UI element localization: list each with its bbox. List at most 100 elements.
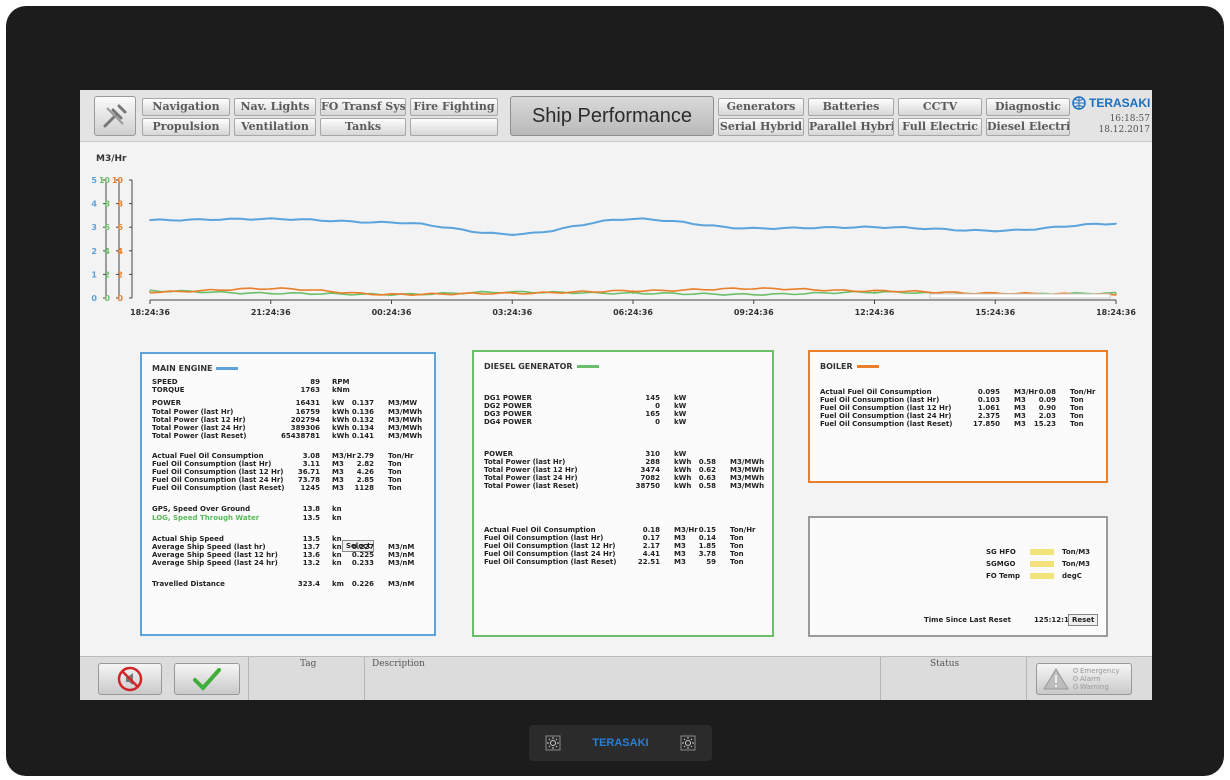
- setting-input[interactable]: [1030, 549, 1054, 555]
- series-2-point: [632, 290, 634, 292]
- main-engine-legend-line: [216, 367, 239, 370]
- alarm-led-icon: [1073, 676, 1078, 681]
- acknowledge-button[interactable]: [174, 663, 240, 695]
- bezel-brand: TERASAKI: [592, 737, 649, 749]
- time-since-reset-label: Time Since Last Reset: [924, 616, 1011, 624]
- y-tick-label: 10: [99, 176, 111, 185]
- setting-label: SG HFO: [986, 548, 1016, 556]
- row-unit: kNm: [332, 386, 350, 394]
- nav-button-tanks[interactable]: Tanks: [320, 118, 406, 136]
- setting-input[interactable]: [1030, 573, 1054, 579]
- diesel-generator-legend-line: [576, 365, 599, 368]
- nav-button-diagnostic[interactable]: Diagnostic: [986, 98, 1070, 116]
- alarm-status-bar: Tag Description Status Emergency Alarm War…: [80, 656, 1152, 700]
- series-2-point: [149, 291, 151, 293]
- nav-button-fire-fighting[interactable]: Fire Fighting: [410, 98, 498, 116]
- series-2-point: [390, 293, 393, 296]
- settings-panel: Time Since Last Reset 125:12:11 Reset SG…: [808, 516, 1108, 637]
- row-label: POWER: [152, 399, 181, 407]
- data-row: Total Power (last Reset) 38750 kWh 0.58 M3/M…: [484, 482, 764, 491]
- nav-button-navigation[interactable]: Navigation: [142, 98, 230, 116]
- row-value: 65438781: [281, 432, 320, 440]
- data-row: Total Power (last Reset) 65438781 kWh 0.141…: [152, 432, 422, 441]
- alarm-level-emergency: Emergency: [1073, 667, 1119, 675]
- alarm-level-label: Alarm: [1080, 675, 1101, 683]
- series-2-point: [269, 287, 272, 290]
- series-1-point: [632, 292, 634, 295]
- tools-icon: [103, 104, 127, 128]
- row-unit: kn: [332, 514, 342, 522]
- nav-button-batteries[interactable]: Batteries: [808, 98, 894, 116]
- row-label: Total Power (last Reset): [484, 482, 579, 490]
- setting-input[interactable]: [1030, 561, 1054, 567]
- row-value: 13.2: [302, 559, 320, 567]
- reset-button[interactable]: Reset: [1068, 614, 1099, 626]
- nav-button-serial-hybrid[interactable]: Serial Hybrid: [718, 118, 804, 136]
- column-separator: [248, 657, 249, 700]
- nav-button-diesel-electric[interactable]: Diesel Electric: [986, 118, 1070, 136]
- nav-button-fo-transf-syst[interactable]: FO Transf Syst: [320, 98, 406, 116]
- fuel-consumption-chart: 5432101086420108642018:24:36 21:24:36 00:2…: [91, 176, 1136, 317]
- brightness-down-icon[interactable]: [545, 735, 561, 751]
- x-tick-label: 09:24:36: [734, 308, 774, 317]
- alarm-level-alarm: Alarm: [1073, 675, 1119, 683]
- series-0-point: [752, 227, 755, 230]
- y-tick-label: 2: [91, 247, 97, 256]
- description-column-header: Description: [372, 659, 425, 669]
- y-tick-label: 3: [91, 223, 97, 232]
- data-row: Average Ship Speed (last 24 hr) 13.2 kn 0.2…: [152, 559, 418, 568]
- row-label: TORQUE: [152, 386, 185, 394]
- row-ratio-unit: M3/MW: [388, 399, 418, 407]
- row-value: 0: [655, 418, 660, 426]
- top-navigation-bar: Navigation Nav. Lights FO Transf Syst Fire …: [80, 90, 1152, 142]
- nav-button-generators[interactable]: Generators: [718, 98, 804, 116]
- row-label: Travelled Distance: [152, 580, 225, 588]
- series-0-point: [269, 218, 272, 220]
- nav-button-nav-lights[interactable]: Nav. Lights: [234, 98, 316, 116]
- brightness-up-icon[interactable]: [680, 735, 696, 751]
- checkmark-icon: [193, 668, 221, 691]
- y-tick-label: 0: [104, 294, 110, 303]
- y-tick-label: 8: [104, 200, 110, 209]
- boiler-panel: BOILER Actual Fuel Oil Consumption 0.095 M…: [808, 350, 1108, 483]
- alarm-indicator-panel[interactable]: Emergency Alarm Warning: [1036, 663, 1132, 695]
- setting-unit: Ton/M3: [1062, 560, 1091, 568]
- y-tick-label: 4: [91, 200, 97, 209]
- x-tick-label: 06:24:36: [613, 308, 653, 317]
- column-separator: [1026, 657, 1027, 700]
- row-ratio-unit: M3/nM: [388, 559, 415, 567]
- tools-button[interactable]: [94, 96, 136, 136]
- data-row: Fuel Oil Consumption (last Reset) 22.51 M3…: [484, 558, 760, 567]
- setting-row: SGMGO Ton/M3: [986, 560, 1106, 569]
- series-0-point: [994, 229, 997, 232]
- tag-column-header: Tag: [300, 659, 317, 669]
- x-tick-label: 21:24:36: [251, 308, 291, 317]
- mute-alarm-button[interactable]: [98, 663, 162, 695]
- main-engine-title-text: MAIN ENGINE: [152, 364, 213, 373]
- mute-icon: [117, 666, 143, 692]
- series-0-point: [873, 226, 876, 228]
- nav-button-ventilation[interactable]: Ventilation: [234, 118, 316, 136]
- row-ratio: 0.226: [351, 580, 374, 588]
- x-tick-label: 03:24:36: [492, 308, 532, 317]
- row-ratio: 59: [706, 558, 716, 566]
- row-value: 22.51: [637, 558, 660, 566]
- nav-button-propulsion[interactable]: Propulsion: [142, 118, 230, 136]
- row-value: 17.850: [972, 420, 1000, 428]
- nav-button-blank[interactable]: [410, 118, 498, 136]
- page-title: Ship Performance: [510, 96, 714, 136]
- nav-button-cctv[interactable]: CCTV: [898, 98, 982, 116]
- row-value: 13.5: [302, 514, 320, 522]
- data-row: Fuel Oil Consumption (last Reset) 1245 M3 1…: [152, 484, 418, 493]
- y-tick-label: 6: [117, 223, 123, 232]
- nav-button-parallel-hybrid[interactable]: Parallel Hybrid: [808, 118, 894, 136]
- x-tick-label: 18:24:36: [1096, 308, 1136, 317]
- series-0-point: [511, 233, 514, 236]
- nav-button-full-electric[interactable]: Full Electric: [898, 118, 982, 136]
- boiler-legend-line: [856, 365, 879, 368]
- row-unit: kWh: [332, 432, 350, 440]
- chart-scrollbar[interactable]: [929, 293, 1111, 299]
- row-label: Fuel Oil Consumption (last Reset): [152, 484, 285, 492]
- row-ratio: 0.137: [351, 399, 374, 407]
- alarm-level-label: Warning: [1080, 683, 1109, 691]
